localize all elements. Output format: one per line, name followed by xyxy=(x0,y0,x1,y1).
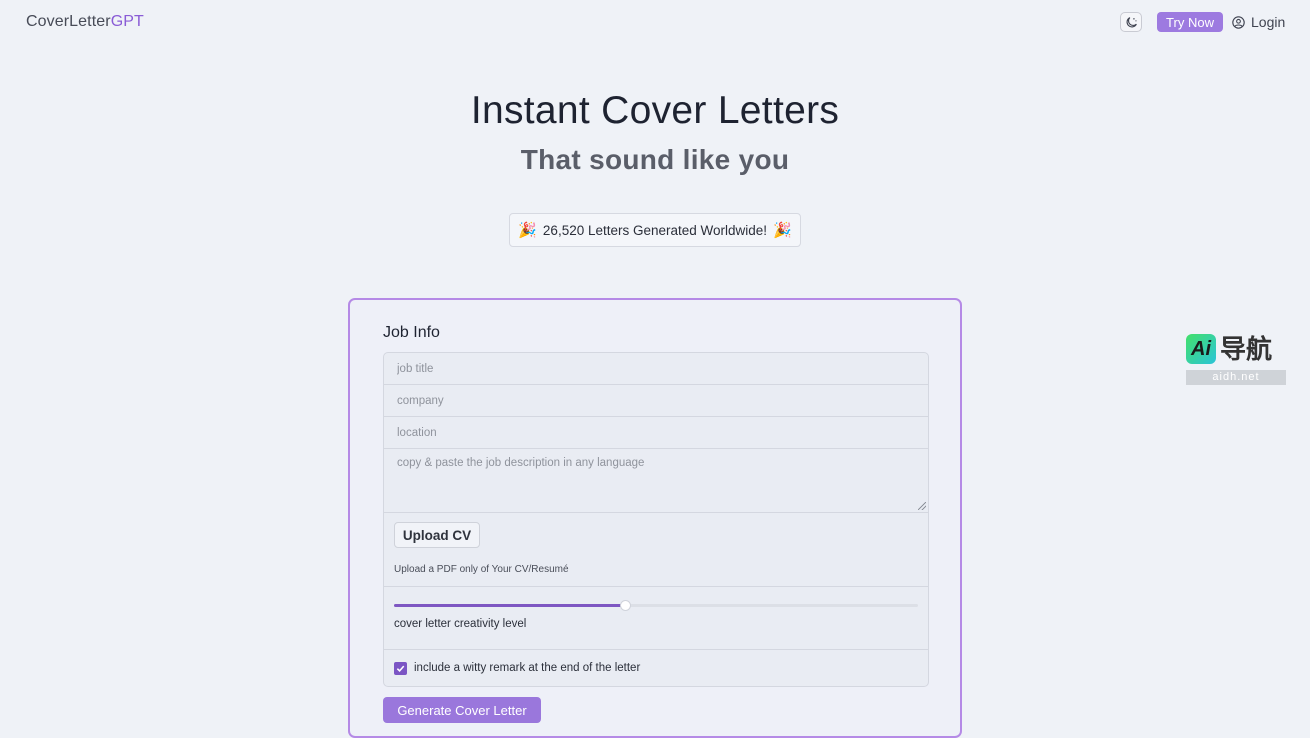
watermark-text: 导航 xyxy=(1220,334,1273,364)
job-info-title: Job Info xyxy=(383,324,440,341)
witty-remark-checkbox[interactable] xyxy=(394,661,407,675)
company-input[interactable] xyxy=(397,385,928,416)
checkmark-icon xyxy=(396,665,405,672)
creativity-slider-fill xyxy=(394,604,625,607)
job-title-input[interactable] xyxy=(397,353,928,384)
job-description-textarea[interactable] xyxy=(397,457,928,512)
location-field-wrap xyxy=(384,417,928,449)
witty-remark-option[interactable]: include a witty remark at the end of the… xyxy=(384,650,928,686)
creativity-slider[interactable] xyxy=(394,600,918,611)
upload-cv-section: Upload CV Upload a PDF only of Your CV/R… xyxy=(384,513,928,587)
aidh-watermark: Ai 导航 aidh.net xyxy=(1186,334,1286,386)
hero-subtitle: That sound like you xyxy=(520,144,790,175)
try-now-button[interactable]: Try Now xyxy=(1157,12,1223,32)
upload-cv-hint: Upload a PDF only of Your CV/Resumé xyxy=(394,564,569,575)
logo-prefix: CoverLetter xyxy=(26,13,111,30)
location-input[interactable] xyxy=(397,417,928,448)
login-label: Login xyxy=(1251,14,1286,30)
creativity-slider-section: cover letter creativity level xyxy=(384,587,928,650)
upload-cv-button[interactable]: Upload CV xyxy=(394,522,480,548)
letters-counter-badge: 🎉 26,520 Letters Generated Worldwide! 🎉 xyxy=(509,213,801,247)
job-title-field-wrap xyxy=(384,353,928,385)
party-popper-icon: 🎉 xyxy=(773,222,792,239)
witty-remark-label: include a witty remark at the end of the… xyxy=(414,662,641,674)
job-info-form: Upload CV Upload a PDF only of Your CV/R… xyxy=(383,352,929,687)
watermark-url: aidh.net xyxy=(1186,370,1286,385)
creativity-label: cover letter creativity level xyxy=(394,618,527,630)
login-button[interactable]: Login xyxy=(1232,13,1285,31)
theme-toggle-button[interactable] xyxy=(1120,12,1142,32)
app-logo[interactable]: CoverLetterGPT xyxy=(26,13,144,31)
party-popper-icon: 🎉 xyxy=(518,222,537,239)
resize-grip-icon[interactable] xyxy=(918,502,926,510)
company-field-wrap xyxy=(384,385,928,417)
job-info-card: Job Info Upload CV Upload a PDF only of … xyxy=(348,298,962,738)
description-field-wrap xyxy=(384,449,928,513)
logo-accent: GPT xyxy=(110,13,144,30)
top-navbar: CoverLetterGPT Try Now Login xyxy=(0,0,1310,46)
creativity-slider-thumb[interactable] xyxy=(619,600,631,611)
user-circle-icon xyxy=(1232,15,1245,29)
watermark-logo: Ai xyxy=(1186,334,1216,364)
hero-title: Instant Cover Letters xyxy=(470,89,840,132)
generate-cover-letter-button[interactable]: Generate Cover Letter xyxy=(383,697,541,723)
moon-stars-icon xyxy=(1126,16,1137,27)
counter-text: 26,520 Letters Generated Worldwide! xyxy=(542,222,768,238)
